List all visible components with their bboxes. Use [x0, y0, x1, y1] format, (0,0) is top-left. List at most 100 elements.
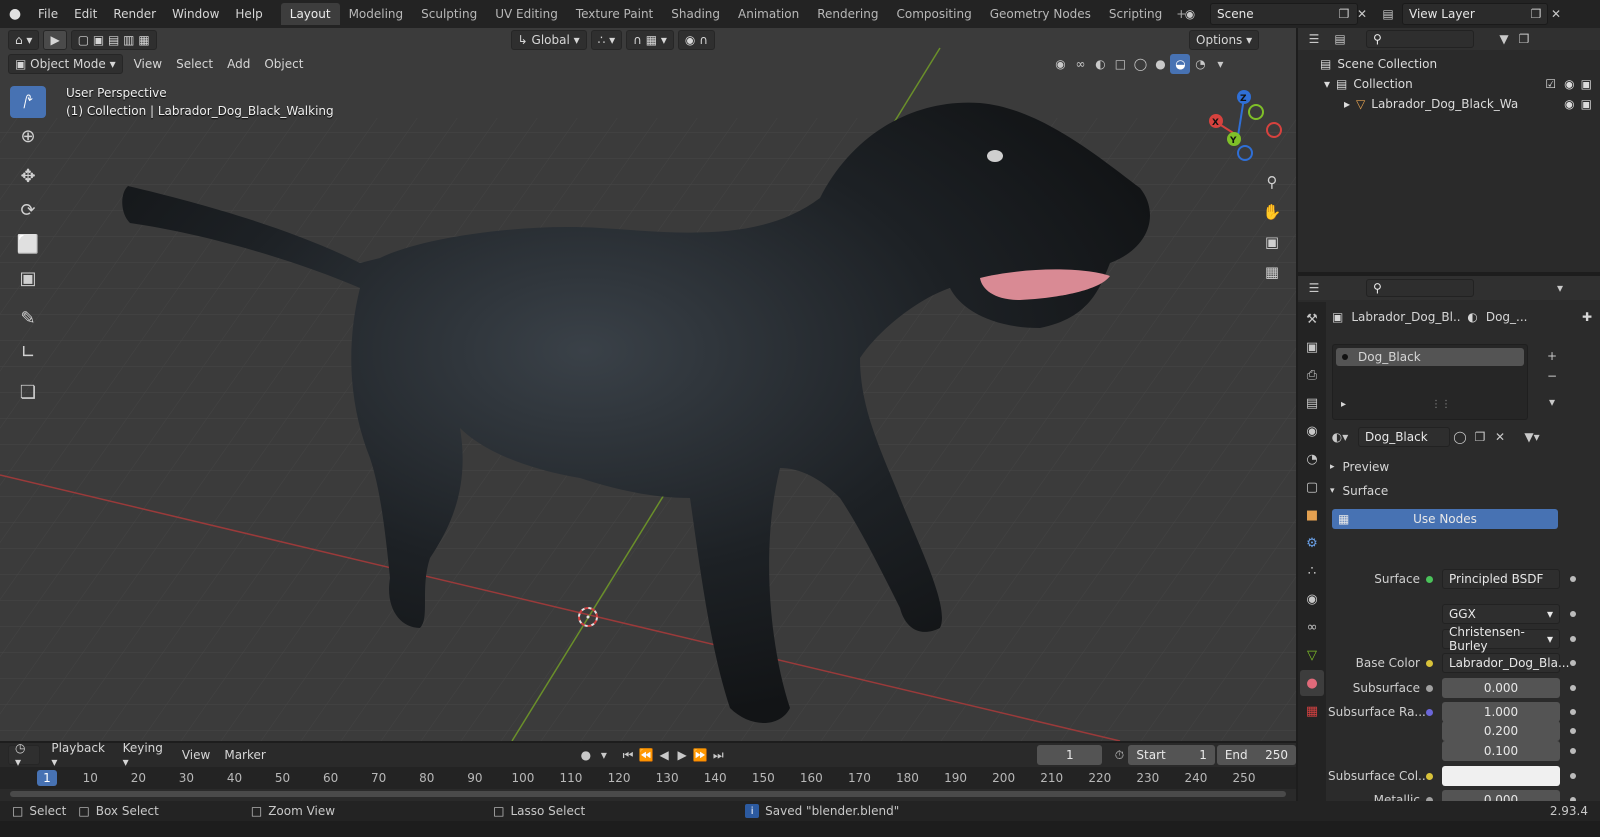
- timeline-menu-keying[interactable]: Keying ▾: [116, 741, 175, 769]
- copy-icon[interactable]: ❐: [1526, 4, 1546, 24]
- material-name-field[interactable]: Dog_Black: [1358, 427, 1450, 447]
- pivot-point-icon[interactable]: ∴ ▾: [590, 30, 623, 50]
- menu-edit[interactable]: Edit: [66, 0, 105, 28]
- modifier-tab-icon[interactable]: ⚙: [1300, 530, 1324, 556]
- display-mode-icon[interactable]: ▤: [1330, 29, 1350, 49]
- grid-icon[interactable]: ▦: [1258, 258, 1286, 286]
- keyframe-dot-icon[interactable]: [1570, 685, 1576, 691]
- expand-arrow-icon[interactable]: ▸: [1344, 97, 1350, 111]
- material-slot-list[interactable]: Dog_Black ▸ ⋮⋮: [1332, 344, 1528, 420]
- stopwatch-icon[interactable]: ⏱: [1110, 745, 1128, 765]
- resize-handle-icon[interactable]: ⋮⋮: [1431, 399, 1451, 410]
- tab-compositing[interactable]: Compositing: [887, 3, 980, 25]
- tab-modeling[interactable]: Modeling: [340, 3, 413, 25]
- play-reverse-icon[interactable]: ◀: [655, 745, 673, 765]
- xray-toggle-icon[interactable]: □: [1110, 54, 1130, 74]
- pin-icon[interactable]: ✚: [1582, 310, 1592, 324]
- keyframe-dot-icon[interactable]: [1570, 709, 1576, 715]
- material-browse-icon[interactable]: ◐▾: [1330, 427, 1350, 447]
- editor-type-icon[interactable]: ☰: [1304, 278, 1324, 298]
- constraints-tab-icon[interactable]: ∞: [1300, 614, 1324, 640]
- timeline-menu-marker[interactable]: Marker: [217, 748, 272, 762]
- transform-orientation-dropdown[interactable]: ↳ Global ▾: [510, 30, 587, 50]
- keyframe-dot-icon[interactable]: [1570, 636, 1576, 642]
- keyframe-dot-icon[interactable]: [1570, 611, 1576, 617]
- mode-dropdown[interactable]: ▣ Object Mode ▾: [8, 54, 123, 74]
- keyframe-dot-icon[interactable]: [1570, 728, 1576, 734]
- rotate-icon[interactable]: ⟳: [10, 194, 46, 226]
- editor-type-button[interactable]: ⌂ ▾: [8, 30, 40, 50]
- blender-icon[interactable]: ●: [0, 6, 30, 22]
- editor-type-icon[interactable]: ☰: [1304, 29, 1324, 49]
- gizmo-toggle-icon[interactable]: ∞: [1070, 54, 1090, 74]
- socket-icon[interactable]: [1426, 572, 1442, 586]
- wireframe-shading-icon[interactable]: ◯: [1130, 54, 1150, 74]
- output-tab-icon[interactable]: ⎙: [1300, 362, 1324, 388]
- record-icon[interactable]: ●: [577, 745, 595, 765]
- shader-value-field[interactable]: 0.200: [1442, 721, 1560, 741]
- socket-icon[interactable]: [1426, 769, 1442, 783]
- menu-window[interactable]: Window: [164, 0, 227, 28]
- menu-file[interactable]: File: [30, 0, 66, 28]
- keyframe-dot-icon[interactable]: [1570, 576, 1576, 582]
- viewport-menu-select[interactable]: Select: [169, 57, 220, 71]
- chevron-down-icon[interactable]: ▾: [1550, 278, 1570, 298]
- play-icon[interactable]: ▶: [673, 745, 691, 765]
- close-icon[interactable]: ✕: [1546, 4, 1566, 24]
- annotate-icon[interactable]: ✎: [10, 302, 46, 334]
- transform-icon[interactable]: ▣: [10, 262, 46, 294]
- shader-value-field[interactable]: 0.000: [1442, 678, 1560, 698]
- tool-tab-icon[interactable]: ⚒: [1300, 306, 1324, 332]
- chevron-down-icon[interactable]: ▾: [1210, 54, 1230, 74]
- fake-user-icon[interactable]: ◯: [1450, 427, 1470, 447]
- material-shading-icon[interactable]: ◒: [1170, 54, 1191, 74]
- camera-icon[interactable]: ▣: [1258, 228, 1286, 256]
- solid-shading-icon[interactable]: ●: [1150, 54, 1170, 74]
- checkbox-icon[interactable]: ☑: [1545, 77, 1556, 91]
- jump-end-icon[interactable]: ⏭: [709, 745, 727, 765]
- material-slot-item[interactable]: Dog_Black: [1336, 348, 1524, 366]
- editor-type-button[interactable]: ◷ ▾: [8, 741, 41, 769]
- keyframe-dot-icon[interactable]: [1570, 773, 1576, 779]
- socket-icon[interactable]: [1426, 656, 1442, 670]
- rendered-shading-icon[interactable]: ◔: [1190, 54, 1210, 74]
- camera-render-icon[interactable]: ▣: [1581, 77, 1592, 91]
- selection-mode-buttons[interactable]: ▢ ▣ ▤ ▥ ▦: [70, 30, 157, 50]
- outliner-search-input[interactable]: ⚲: [1366, 30, 1474, 48]
- new-collection-icon[interactable]: ❐: [1514, 29, 1534, 49]
- filter-icon[interactable]: ▼▾: [1522, 427, 1542, 447]
- start-frame-field[interactable]: Start 1: [1128, 745, 1215, 765]
- duplicate-icon[interactable]: ❐: [1470, 427, 1490, 447]
- expand-arrow-icon[interactable]: ▾: [1324, 77, 1330, 91]
- viewport-menu-object[interactable]: Object: [257, 57, 310, 71]
- world-tab-icon[interactable]: ◔: [1300, 446, 1324, 472]
- keyframe-dot-icon[interactable]: [1570, 660, 1576, 666]
- physics-tab-icon[interactable]: ◉: [1300, 586, 1324, 612]
- camera-render-icon[interactable]: ▣: [1581, 97, 1592, 111]
- add-cube-icon[interactable]: ❏: [10, 376, 46, 408]
- shader-value-field[interactable]: [1442, 766, 1560, 786]
- socket-icon[interactable]: [1426, 705, 1442, 719]
- jump-keyframe-forward-icon[interactable]: ⏩: [691, 745, 709, 765]
- material-tab-icon[interactable]: ●: [1300, 670, 1324, 696]
- move-icon[interactable]: ✥: [10, 160, 46, 192]
- add-slot-icon[interactable]: +: [1542, 346, 1562, 366]
- timeline-menu-playback[interactable]: Playback ▾: [44, 741, 115, 769]
- viewport-menu-add[interactable]: Add: [220, 57, 257, 71]
- shader-value-field[interactable]: 1.000: [1442, 702, 1560, 722]
- tool-select-icon[interactable]: ▶: [43, 30, 67, 50]
- tab-geometry-nodes[interactable]: Geometry Nodes: [981, 3, 1100, 25]
- socket-icon[interactable]: [1426, 681, 1442, 695]
- panel-surface-header[interactable]: ▾ Surface: [1328, 480, 1600, 502]
- panel-preview-header[interactable]: ▸ Preview: [1328, 456, 1600, 478]
- chevron-down-icon[interactable]: ▾: [595, 745, 613, 765]
- copy-icon[interactable]: ❐: [1334, 4, 1354, 24]
- close-icon[interactable]: ✕: [1352, 4, 1372, 24]
- visibility-icon[interactable]: ◉: [1050, 54, 1070, 74]
- end-frame-field[interactable]: End 250: [1216, 745, 1297, 765]
- viewport-menu-view[interactable]: View: [127, 57, 169, 71]
- data-tab-icon[interactable]: ▽: [1300, 642, 1324, 668]
- snap-icon[interactable]: ∩ ▦ ▾: [626, 30, 674, 50]
- shader-value-field[interactable]: 0.100: [1442, 741, 1560, 761]
- tab-layout[interactable]: Layout: [280, 3, 340, 25]
